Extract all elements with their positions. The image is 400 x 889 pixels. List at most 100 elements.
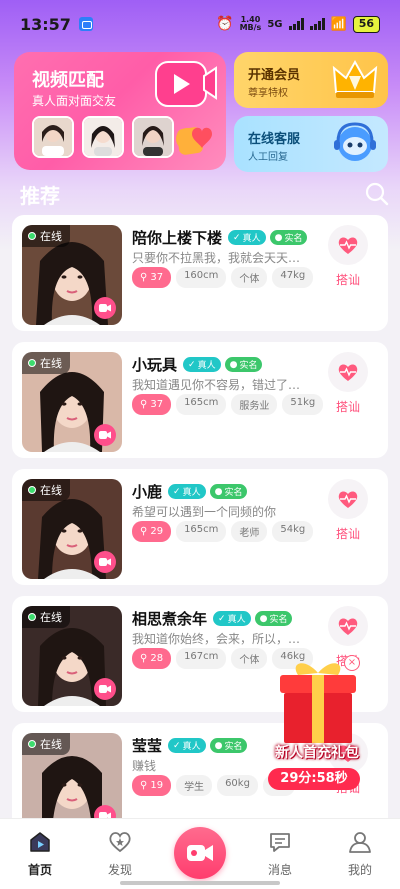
online-status: 在线 xyxy=(22,479,70,501)
real-person-badge: ✓ 真人 xyxy=(168,738,206,753)
gift-countdown: 29分:58秒 xyxy=(268,768,360,790)
greet-button[interactable]: 搭讪 xyxy=(320,225,376,288)
heartbeat-icon xyxy=(328,352,368,392)
online-label: 在线 xyxy=(40,230,62,243)
nav-mine-label: 我的 xyxy=(347,863,372,877)
robot-headset-icon xyxy=(334,122,376,161)
net-speed-unit: MB/s xyxy=(239,23,262,32)
video-match-card[interactable]: 视频匹配 真人面对面交友 › xyxy=(14,52,226,170)
video-match-subtitle: 真人面对面交友 xyxy=(32,94,117,108)
customer-service-card[interactable]: 在线客服 人工回复 xyxy=(234,116,388,172)
avatar xyxy=(132,116,174,158)
age-chip: ⚲ 29 xyxy=(132,521,172,542)
search-heart-icon: ⚲ xyxy=(140,399,148,410)
real-person-label: 真人 xyxy=(197,361,216,371)
avatar xyxy=(32,116,74,158)
battery-indicator: 56 xyxy=(352,15,380,33)
online-dot-icon xyxy=(28,359,36,367)
signal-label: 5G xyxy=(267,18,283,30)
nav-discover[interactable]: 发现 xyxy=(80,819,160,889)
wifi-icon: 📶 xyxy=(330,16,347,32)
verified-badge: ● 实名 xyxy=(224,357,263,372)
shield-icon: ✓ xyxy=(188,359,196,370)
age-value: 37 xyxy=(150,399,164,410)
user-bio: 我知道遇见你不容易，错过了会很可惜 xyxy=(132,378,310,392)
real-person-badge: ✓ 真人 xyxy=(168,484,206,499)
crown-icon xyxy=(332,59,378,98)
real-person-label: 真人 xyxy=(182,488,201,498)
vip-card[interactable]: 开通会员 尊享特权 xyxy=(234,52,388,108)
user-photo[interactable]: 在线 xyxy=(22,479,122,579)
job-chip: 个体 xyxy=(231,648,268,669)
recommend-header: 推荐 xyxy=(20,180,390,208)
user-name-row: 陪你上楼下楼 ✓ 真人 ● 实名 xyxy=(132,227,308,248)
online-dot-icon xyxy=(28,232,36,240)
weight-chip: 47kg xyxy=(272,267,314,288)
online-label: 在线 xyxy=(40,738,62,751)
shield-icon: ✓ xyxy=(173,486,181,497)
heartbeat-icon xyxy=(328,606,368,646)
search-heart-icon: ⚲ xyxy=(140,780,148,791)
bottom-nav: 首页 发现 消息 我的 xyxy=(0,818,400,889)
service-title: 在线客服 xyxy=(248,132,301,147)
online-status: 在线 xyxy=(22,352,70,374)
person-icon: ● xyxy=(259,613,268,624)
gift-close-button[interactable]: × xyxy=(344,655,360,671)
nav-video-call[interactable] xyxy=(160,819,240,889)
gift-title: 新人首充礼包 xyxy=(275,745,359,761)
greet-label: 搭讪 xyxy=(335,527,360,541)
nav-home[interactable]: 首页 xyxy=(0,819,80,889)
height-chip: 167cm xyxy=(176,648,227,669)
user-name: 陪你上楼下楼 xyxy=(132,229,223,247)
person-icon: ● xyxy=(214,740,223,751)
service-subtitle: 人工回复 xyxy=(248,152,288,163)
user-card[interactable]: 在线 小鹿 ✓ 真人 ● 实名 希望可以遇到一个同频的你 ⚲ 29 165cm xyxy=(12,469,388,585)
video-call-icon[interactable] xyxy=(94,551,116,573)
search-icon[interactable] xyxy=(364,181,390,207)
verified-badge: ● 实名 xyxy=(209,738,248,753)
nav-messages-label: 消息 xyxy=(267,863,292,877)
heart-icon xyxy=(177,127,212,155)
video-call-icon[interactable] xyxy=(94,297,116,319)
height-chip: 165cm xyxy=(176,521,227,542)
shield-icon: ✓ xyxy=(218,613,226,624)
height-chip: 160cm xyxy=(176,267,227,288)
age-chip: ⚲ 37 xyxy=(132,267,172,288)
greet-button[interactable]: 搭讪 xyxy=(320,479,376,542)
nav-messages[interactable]: 消息 xyxy=(240,819,320,889)
notification-app-icon xyxy=(78,17,93,31)
signal-icon-2 xyxy=(309,18,325,30)
video-call-button[interactable] xyxy=(174,827,226,879)
user-attributes: ⚲ 37 160cm 个体 47kg xyxy=(132,267,314,288)
user-name: 小鹿 xyxy=(132,483,163,501)
nav-home-label: 首页 xyxy=(27,863,52,877)
video-camera-icon xyxy=(187,845,213,861)
user-photo[interactable]: 在线 xyxy=(22,606,122,706)
search-heart-icon: ⚲ xyxy=(140,526,148,537)
video-play-icon xyxy=(155,61,217,107)
user-photo[interactable]: 在线 xyxy=(22,352,122,452)
user-name: 小玩具 xyxy=(132,356,178,374)
verified-badge: ● 实名 xyxy=(209,484,248,499)
real-person-badge: ✓ 真人 xyxy=(183,357,221,372)
video-call-icon[interactable] xyxy=(94,424,116,446)
greet-label: 搭讪 xyxy=(335,400,360,414)
job-chip: 个体 xyxy=(231,267,268,288)
nav-mine[interactable]: 我的 xyxy=(320,819,400,889)
greet-button[interactable]: 搭讪 xyxy=(320,352,376,415)
verified-badge: ● 实名 xyxy=(269,230,308,245)
real-person-badge: ✓ 真人 xyxy=(228,230,266,245)
user-icon xyxy=(349,832,371,853)
age-value: 19 xyxy=(150,780,164,791)
user-attributes: ⚲ 29 165cm 老师 54kg xyxy=(132,521,314,542)
video-call-icon[interactable] xyxy=(94,678,116,700)
user-name-row: 小鹿 ✓ 真人 ● 实名 xyxy=(132,481,248,502)
person-icon: ● xyxy=(274,232,283,243)
age-chip: ⚲ 37 xyxy=(132,394,172,415)
user-card[interactable]: 在线 陪你上楼下楼 ✓ 真人 ● 实名 只要你不拉黑我，我就会天天来找你聊天 ⚲… xyxy=(12,215,388,331)
real-person-label: 真人 xyxy=(182,742,201,752)
user-card[interactable]: 在线 小玩具 ✓ 真人 ● 实名 我知道遇见你不容易，错过了会很可惜 ⚲ 37 … xyxy=(12,342,388,458)
signal-icon xyxy=(288,18,304,30)
user-photo[interactable]: 在线 xyxy=(22,225,122,325)
vip-subtitle: 尊享特权 xyxy=(248,88,288,99)
